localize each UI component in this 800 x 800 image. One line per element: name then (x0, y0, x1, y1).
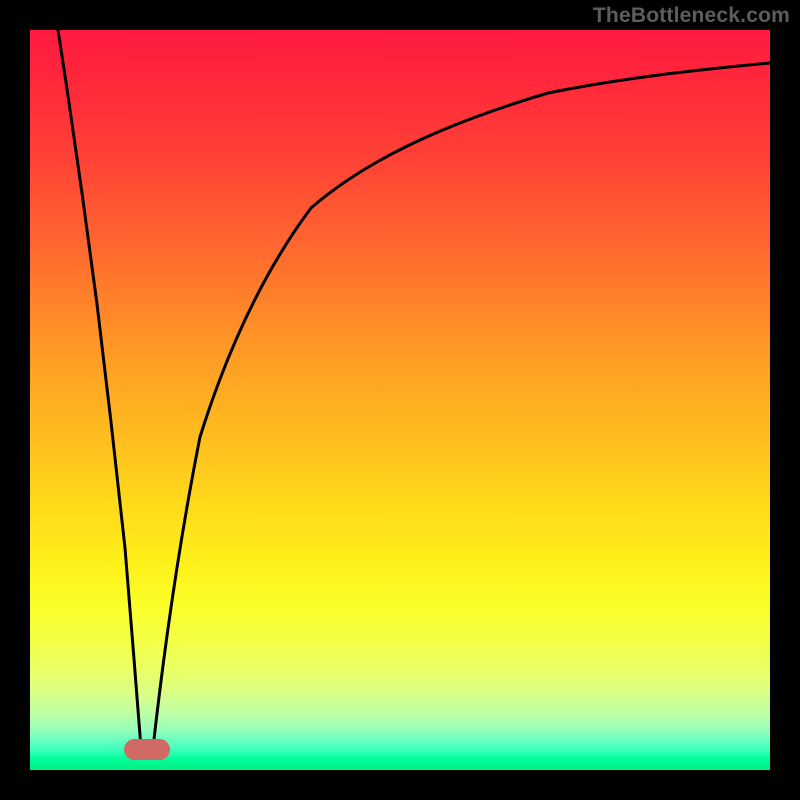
bottleneck-curve (30, 30, 770, 770)
curve-left-branch (58, 30, 141, 748)
optimal-point-marker (124, 739, 170, 760)
plot-area (30, 30, 770, 770)
outer-frame: TheBottleneck.com (0, 0, 800, 800)
watermark-text: TheBottleneck.com (593, 4, 790, 28)
curve-right-branch (153, 63, 770, 748)
